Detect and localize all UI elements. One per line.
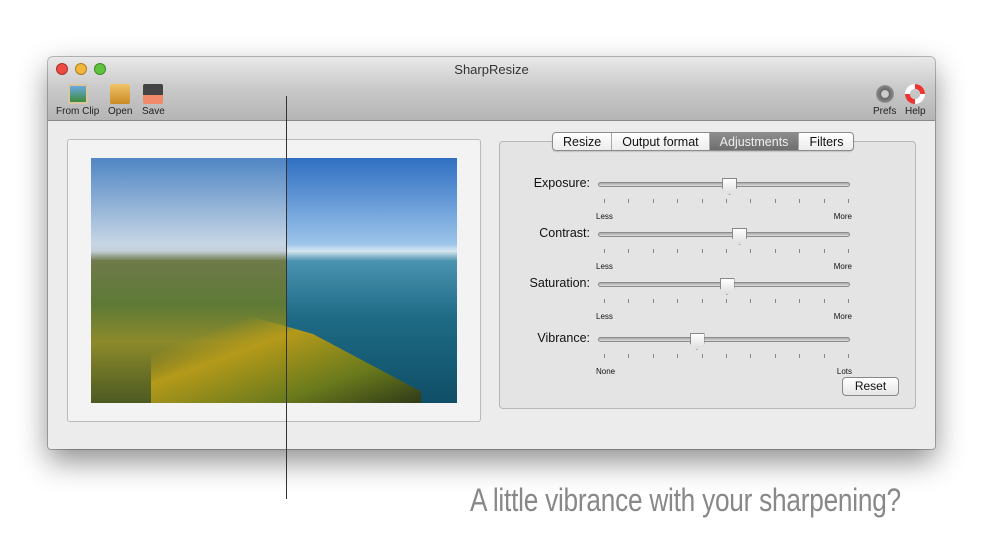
tick (823, 199, 825, 203)
tab-output-format[interactable]: Output format (612, 133, 710, 150)
tick (701, 199, 703, 203)
tick (726, 354, 727, 358)
tick (750, 249, 752, 253)
tick (750, 354, 752, 358)
slider-min-label: Less (596, 212, 613, 221)
tick (774, 249, 776, 253)
tick (799, 199, 801, 203)
slider-label: Contrast: (539, 226, 590, 240)
tick (774, 199, 776, 203)
tick (604, 249, 605, 253)
slider-min-label: Less (596, 262, 613, 271)
prefs-button[interactable]: Prefs (873, 84, 896, 117)
slider-min-label: None (596, 367, 616, 376)
tick (628, 354, 630, 358)
slider-thumb[interactable] (719, 278, 735, 295)
tick (652, 249, 654, 253)
tick (823, 299, 825, 303)
slider-ticks (604, 199, 850, 203)
slider-track[interactable] (598, 228, 850, 245)
tick (652, 299, 654, 303)
caption: A little vibrance with your sharpening? (470, 482, 901, 518)
slider-track[interactable] (598, 278, 850, 295)
slider-thumb[interactable] (722, 178, 737, 195)
help-button[interactable]: Help (905, 84, 926, 117)
adjustments-panel: Exposure: Less More Contrast: Less More Sa… (499, 141, 916, 409)
floppy-disk-icon (143, 84, 164, 104)
slider-ticks (604, 249, 850, 253)
tab-adjustments[interactable]: Adjustments (709, 133, 800, 150)
tick (604, 354, 605, 358)
tick (628, 299, 630, 303)
slider-max-label: More (833, 262, 852, 271)
tick (701, 299, 703, 303)
save-button[interactable]: Save (142, 84, 165, 117)
tick (652, 354, 654, 358)
tick (823, 354, 825, 358)
tick (848, 354, 849, 358)
tick (628, 249, 630, 253)
tab-bar: Resize Output format Adjustments Filters (552, 132, 855, 151)
tick (848, 299, 849, 303)
tick (799, 354, 801, 358)
label: Save (142, 106, 165, 117)
slider-max-label: More (833, 312, 852, 321)
tick (604, 199, 605, 203)
tick (677, 299, 679, 303)
tick (726, 249, 727, 253)
lifebuoy-icon (905, 84, 926, 104)
slider-thumb[interactable] (732, 228, 747, 245)
slider-min-label: Less (596, 312, 613, 321)
titlebar: SharpResize From Clip Open Save Prefs He… (48, 57, 935, 121)
slider-max-label: More (833, 212, 852, 221)
slider-track[interactable] (598, 333, 850, 350)
tick (823, 249, 825, 253)
tick (774, 299, 776, 303)
open-button[interactable]: Open (108, 84, 132, 117)
folder-icon (110, 84, 131, 104)
tick (652, 199, 654, 203)
slider-max-label: Lots (836, 367, 852, 376)
reset-button[interactable]: Reset (842, 377, 899, 396)
tick (848, 249, 849, 253)
tick (628, 199, 630, 203)
before-after-divider[interactable] (286, 96, 287, 499)
window-title: SharpResize (454, 62, 529, 77)
app-window: SharpResize From Clip Open Save Prefs He… (48, 57, 935, 449)
slider-label: Vibrance: (537, 331, 590, 345)
clipboard-image-icon (67, 84, 88, 104)
tick (750, 199, 752, 203)
preview-image (91, 158, 457, 403)
tick (799, 299, 801, 303)
slider-track[interactable] (598, 178, 850, 195)
from-clip-button[interactable]: From Clip (56, 84, 99, 117)
slider-label: Saturation: (529, 276, 590, 290)
tick (726, 199, 727, 203)
label: Help (905, 106, 926, 117)
tick (604, 299, 605, 303)
tick (701, 354, 703, 358)
tick (677, 199, 679, 203)
slider-ticks (604, 354, 850, 358)
gear-icon (874, 84, 895, 104)
tab-filters[interactable]: Filters (799, 133, 853, 150)
label: Open (108, 106, 133, 117)
tick (750, 299, 752, 303)
label: Prefs (873, 106, 897, 117)
image-preview-panel (67, 139, 481, 422)
slider-label: Exposure: (533, 176, 590, 190)
slider-thumb[interactable] (689, 333, 705, 350)
tick (701, 249, 703, 253)
tick (774, 354, 776, 358)
label: From Clip (56, 106, 100, 117)
tick (726, 299, 727, 303)
tick (799, 249, 801, 253)
tick (848, 199, 849, 203)
tick (677, 249, 679, 253)
slider-ticks (604, 299, 850, 303)
tick (677, 354, 679, 358)
tab-resize[interactable]: Resize (553, 133, 613, 150)
